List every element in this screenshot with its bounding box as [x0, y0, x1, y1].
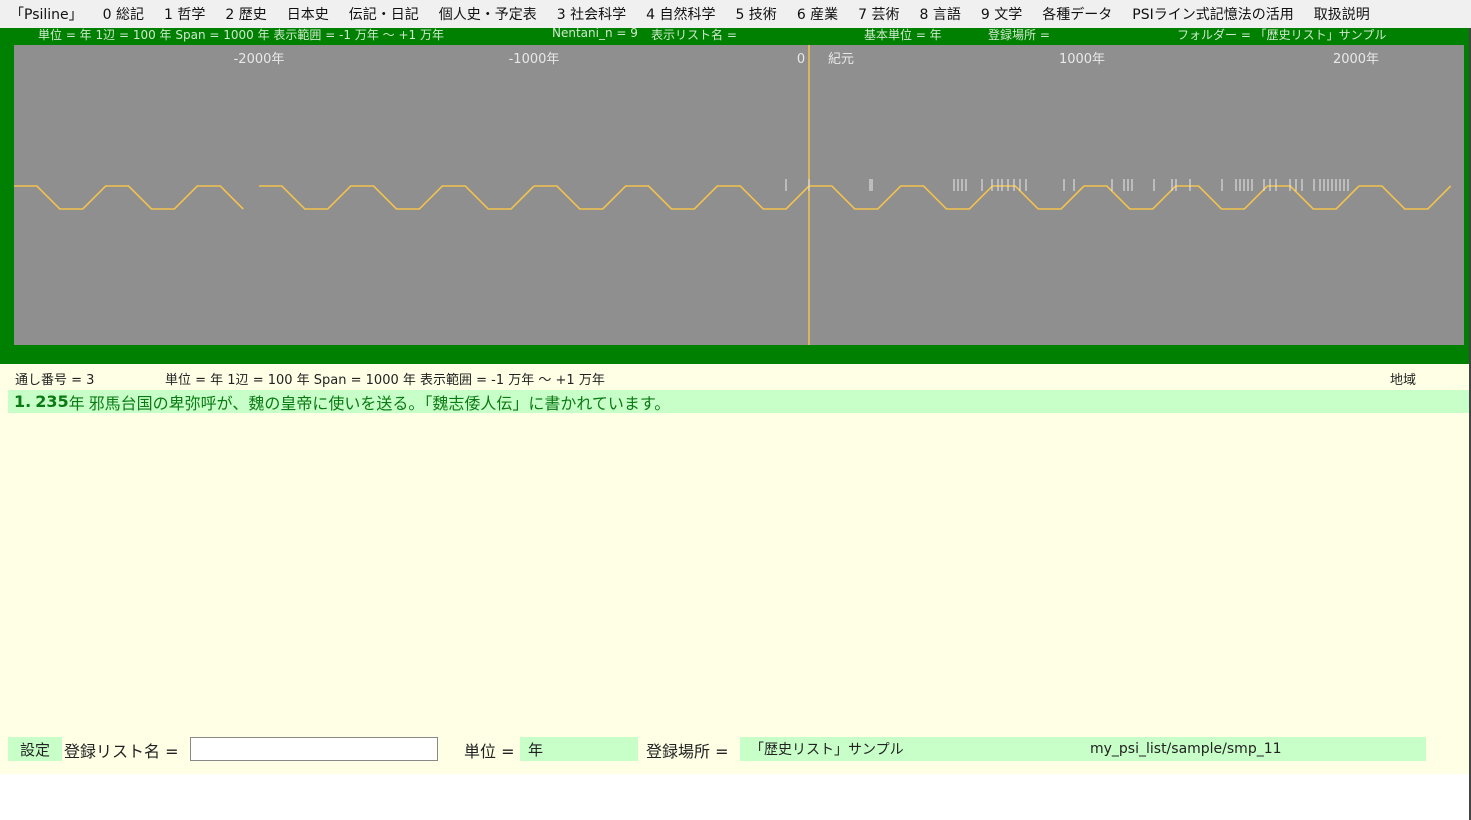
menu-item-9[interactable]: 5 技術: [725, 4, 786, 24]
timeline-graphic: -2000年 -1000年 0 紀元 1000年 2000年: [14, 45, 1452, 345]
settings-bar: 設定 登録リスト名 = 単位 = 年 登録場所 = 「歴史リスト」サンプル my…: [0, 734, 1471, 774]
axis-label: 1000年: [1059, 52, 1105, 67]
menu-item-0[interactable]: 「Psiline」: [0, 4, 93, 24]
menu-item-8[interactable]: 4 自然科学: [636, 4, 725, 24]
axis-label: 紀元: [828, 52, 854, 67]
timeline-wave: [259, 185, 535, 210]
region-label: 地域: [1390, 373, 1417, 388]
menu-item-13[interactable]: 9 文学: [971, 4, 1032, 24]
menu-item-16[interactable]: 取扱説明: [1304, 4, 1380, 24]
event-item[interactable]: 1. 235 年 邪馬台国の卑弥呼が、魏の皇帝に使いを送る。「魏志倭人伝」に書か…: [8, 390, 1470, 413]
panel-unit-info: 単位 = 年 1辺 = 100 年 Span = 1000 年 表示範囲 = -…: [165, 373, 605, 388]
timeline-wave: [14, 185, 244, 210]
timeline-list-name: 表示リスト名 =: [651, 28, 737, 42]
event-year: 235: [35, 392, 69, 411]
timeline-base-unit: 基本単位 = 年: [864, 28, 942, 42]
menu-item-14[interactable]: 各種データ: [1032, 4, 1122, 24]
location-field[interactable]: 「歴史リスト」サンプル my_psi_list/sample/smp_11: [740, 737, 1426, 761]
settings-button[interactable]: 設定: [8, 737, 62, 761]
menu-item-10[interactable]: 6 産業: [787, 4, 848, 24]
unit-label: 単位 =: [464, 742, 515, 761]
menu-item-4[interactable]: 日本史: [277, 4, 339, 24]
event-number: 1.: [14, 392, 32, 411]
unit-field[interactable]: 年: [520, 737, 638, 761]
menu-item-2[interactable]: 1 哲学: [154, 4, 215, 24]
menu-item-3[interactable]: 2 歴史: [215, 4, 276, 24]
menu-item-11[interactable]: 7 芸術: [848, 4, 909, 24]
timeline-location: 登録場所 =: [988, 28, 1050, 42]
axis-label: -1000年: [509, 52, 560, 67]
timeline-nentani: Nentani_n = 9: [552, 26, 638, 40]
list-name-input[interactable]: [190, 737, 438, 761]
menu-item-15[interactable]: PSIライン式記憶法の活用: [1122, 4, 1303, 24]
menu-item-1[interactable]: 0 総記: [93, 4, 154, 24]
menu-bar: 「Psiline」 0 総記 1 哲学 2 歴史 日本史 伝記・日記 個人史・予定表 3 社会…: [0, 0, 1471, 28]
timeline-wave: [809, 185, 1085, 210]
axis-label: 2000年: [1333, 52, 1379, 67]
axis-label: 0: [797, 52, 805, 67]
event-year-unit: 年: [68, 393, 85, 413]
timeline-unit-info: 単位 = 年 1辺 = 100 年 Span = 1000 年 表示範囲 = -…: [38, 28, 444, 42]
location-value: 「歴史リスト」サンプル: [750, 742, 904, 758]
location-label: 登録場所 =: [646, 742, 729, 761]
menu-item-5[interactable]: 伝記・日記: [339, 4, 429, 24]
timeline-frame: 単位 = 年 1辺 = 100 年 Span = 1000 年 表示範囲 = -…: [0, 26, 1471, 364]
list-name-label: 登録リスト名 =: [64, 742, 179, 761]
timeline-canvas[interactable]: -2000年 -1000年 0 紀元 1000年 2000年: [14, 45, 1464, 345]
menu-item-7[interactable]: 3 社会科学: [547, 4, 636, 24]
timeline-wave: [1359, 185, 1452, 210]
event-panel: 通し番号 = 3 単位 = 年 1辺 = 100 年 Span = 1000 年…: [0, 364, 1471, 734]
settings-label: 設定: [19, 740, 50, 759]
timeline-wave: [534, 185, 810, 210]
menu-item-6[interactable]: 個人史・予定表: [429, 4, 547, 24]
unit-value: 年: [528, 740, 544, 759]
serial-number: 通し番号 = 3: [15, 373, 95, 388]
storage-path: my_psi_list/sample/smp_11: [1090, 741, 1282, 757]
axis-label: -2000年: [234, 52, 285, 67]
timeline-folder: フォルダー = 「歴史リスト」サンプル: [1177, 28, 1387, 42]
menu-item-12[interactable]: 8 言語: [910, 4, 971, 24]
event-text: 邪馬台国の卑弥呼が、魏の皇帝に使いを送る。「魏志倭人伝」に書かれています。: [88, 393, 671, 413]
footer-area: [0, 774, 1471, 820]
